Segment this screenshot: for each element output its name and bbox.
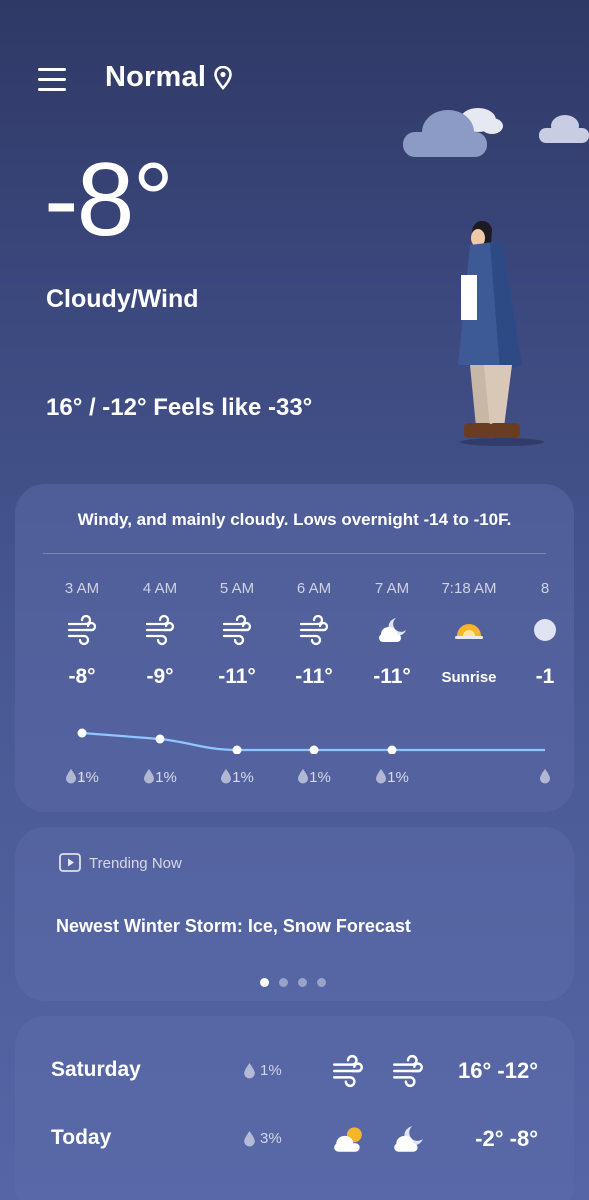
- raindrop-icon: [298, 769, 309, 784]
- wind-icon: [392, 1054, 423, 1088]
- raindrop-icon: [376, 769, 387, 784]
- raindrop-icon: [540, 769, 550, 784]
- carousel-dot[interactable]: [317, 978, 326, 987]
- daily-row[interactable]: Today 3% -2° -8°: [15, 1120, 574, 1160]
- wind-icon: [67, 614, 97, 646]
- carousel-dot[interactable]: [298, 978, 307, 987]
- play-icon: [59, 853, 81, 872]
- current-condition: Cloudy/Wind: [46, 285, 199, 313]
- hour-time: 4 AM: [142, 580, 178, 597]
- hour-temp: -1: [535, 665, 555, 688]
- temp-point: [77, 728, 87, 738]
- carousel-dot[interactable]: [279, 978, 288, 987]
- carousel-dot-active[interactable]: [260, 978, 269, 987]
- hour-time: 6 AM: [296, 580, 332, 597]
- day-precip: 1%: [243, 1062, 282, 1079]
- hour-temp: -11°: [373, 665, 411, 688]
- cloudy-night-icon: [379, 618, 406, 642]
- partly-cloudy-day-icon: [334, 1127, 362, 1152]
- temp-point: [155, 734, 165, 744]
- hour-time: 5 AM: [219, 580, 255, 597]
- raindrop-icon: [144, 769, 155, 784]
- map-pin-icon: [214, 65, 232, 90]
- hour-temp: -8°: [68, 665, 96, 688]
- temp-point: [232, 745, 242, 754]
- hour-time: 8: [540, 580, 550, 597]
- hamburger-menu-icon[interactable]: [38, 66, 66, 92]
- temp-point: [387, 745, 397, 754]
- hour-precip: 1%: [120, 768, 200, 786]
- day-name: Today: [51, 1126, 112, 1149]
- hour-temp: -11°: [218, 665, 256, 688]
- hour-precip: [505, 768, 585, 786]
- temperature-trend-chart: [77, 728, 545, 754]
- day-high-low: -2° -8°: [475, 1126, 538, 1151]
- hour-temp: -11°: [295, 665, 333, 688]
- day-name: Saturday: [51, 1058, 141, 1081]
- hour-temp: -9°: [146, 665, 174, 688]
- trending-headline[interactable]: Newest Winter Storm: Ice, Snow Forecast: [56, 916, 411, 937]
- wind-icon: [145, 614, 175, 646]
- forecast-summary: Windy, and mainly cloudy. Lows overnight…: [77, 510, 512, 529]
- daily-forecast-card[interactable]: Saturday 1% 16° -12° Today 3% -2° -8°: [15, 1016, 574, 1200]
- carousel-indicator[interactable]: [260, 978, 326, 987]
- raindrop-icon: [244, 1063, 255, 1079]
- raindrop-icon: [66, 769, 77, 784]
- hour-precip: 1%: [42, 768, 122, 786]
- person-illustration: [458, 220, 544, 446]
- hour-time: 7:18 AM: [441, 580, 497, 597]
- hour-time: 7 AM: [374, 580, 410, 597]
- hour-precip: 1%: [274, 768, 354, 786]
- daily-row[interactable]: Saturday 1% 16° -12°: [15, 1052, 574, 1092]
- wind-icon: [222, 614, 252, 646]
- temp-point: [309, 745, 319, 754]
- trending-label: Trending Now: [89, 855, 182, 872]
- wind-icon: [299, 614, 329, 646]
- raindrop-icon: [221, 769, 232, 784]
- raindrop-icon: [244, 1131, 255, 1147]
- divider: [43, 553, 546, 554]
- hour-label: Sunrise: [441, 669, 497, 686]
- sunrise-icon: [455, 624, 483, 639]
- day-precip: 3%: [243, 1130, 282, 1147]
- hour-precip: 1%: [197, 768, 277, 786]
- cloud-illustration: [403, 108, 589, 157]
- location-selector[interactable]: Normal: [105, 61, 232, 94]
- partial-moon-icon: [534, 619, 556, 641]
- cloudy-night-icon: [394, 1126, 423, 1152]
- wind-icon: [332, 1054, 363, 1088]
- hourly-forecast-card[interactable]: Windy, and mainly cloudy. Lows overnight…: [15, 484, 574, 812]
- high-low-feels-like: 16° / -12° Feels like -33°: [46, 394, 313, 421]
- current-temperature: -8°: [44, 142, 174, 258]
- day-high-low: 16° -12°: [458, 1058, 538, 1083]
- hour-time: 3 AM: [64, 580, 100, 597]
- hour-precip: 1%: [352, 768, 432, 786]
- trending-now-card[interactable]: Trending Now Newest Winter Storm: Ice, S…: [15, 827, 574, 1001]
- location-name: Normal: [105, 61, 207, 93]
